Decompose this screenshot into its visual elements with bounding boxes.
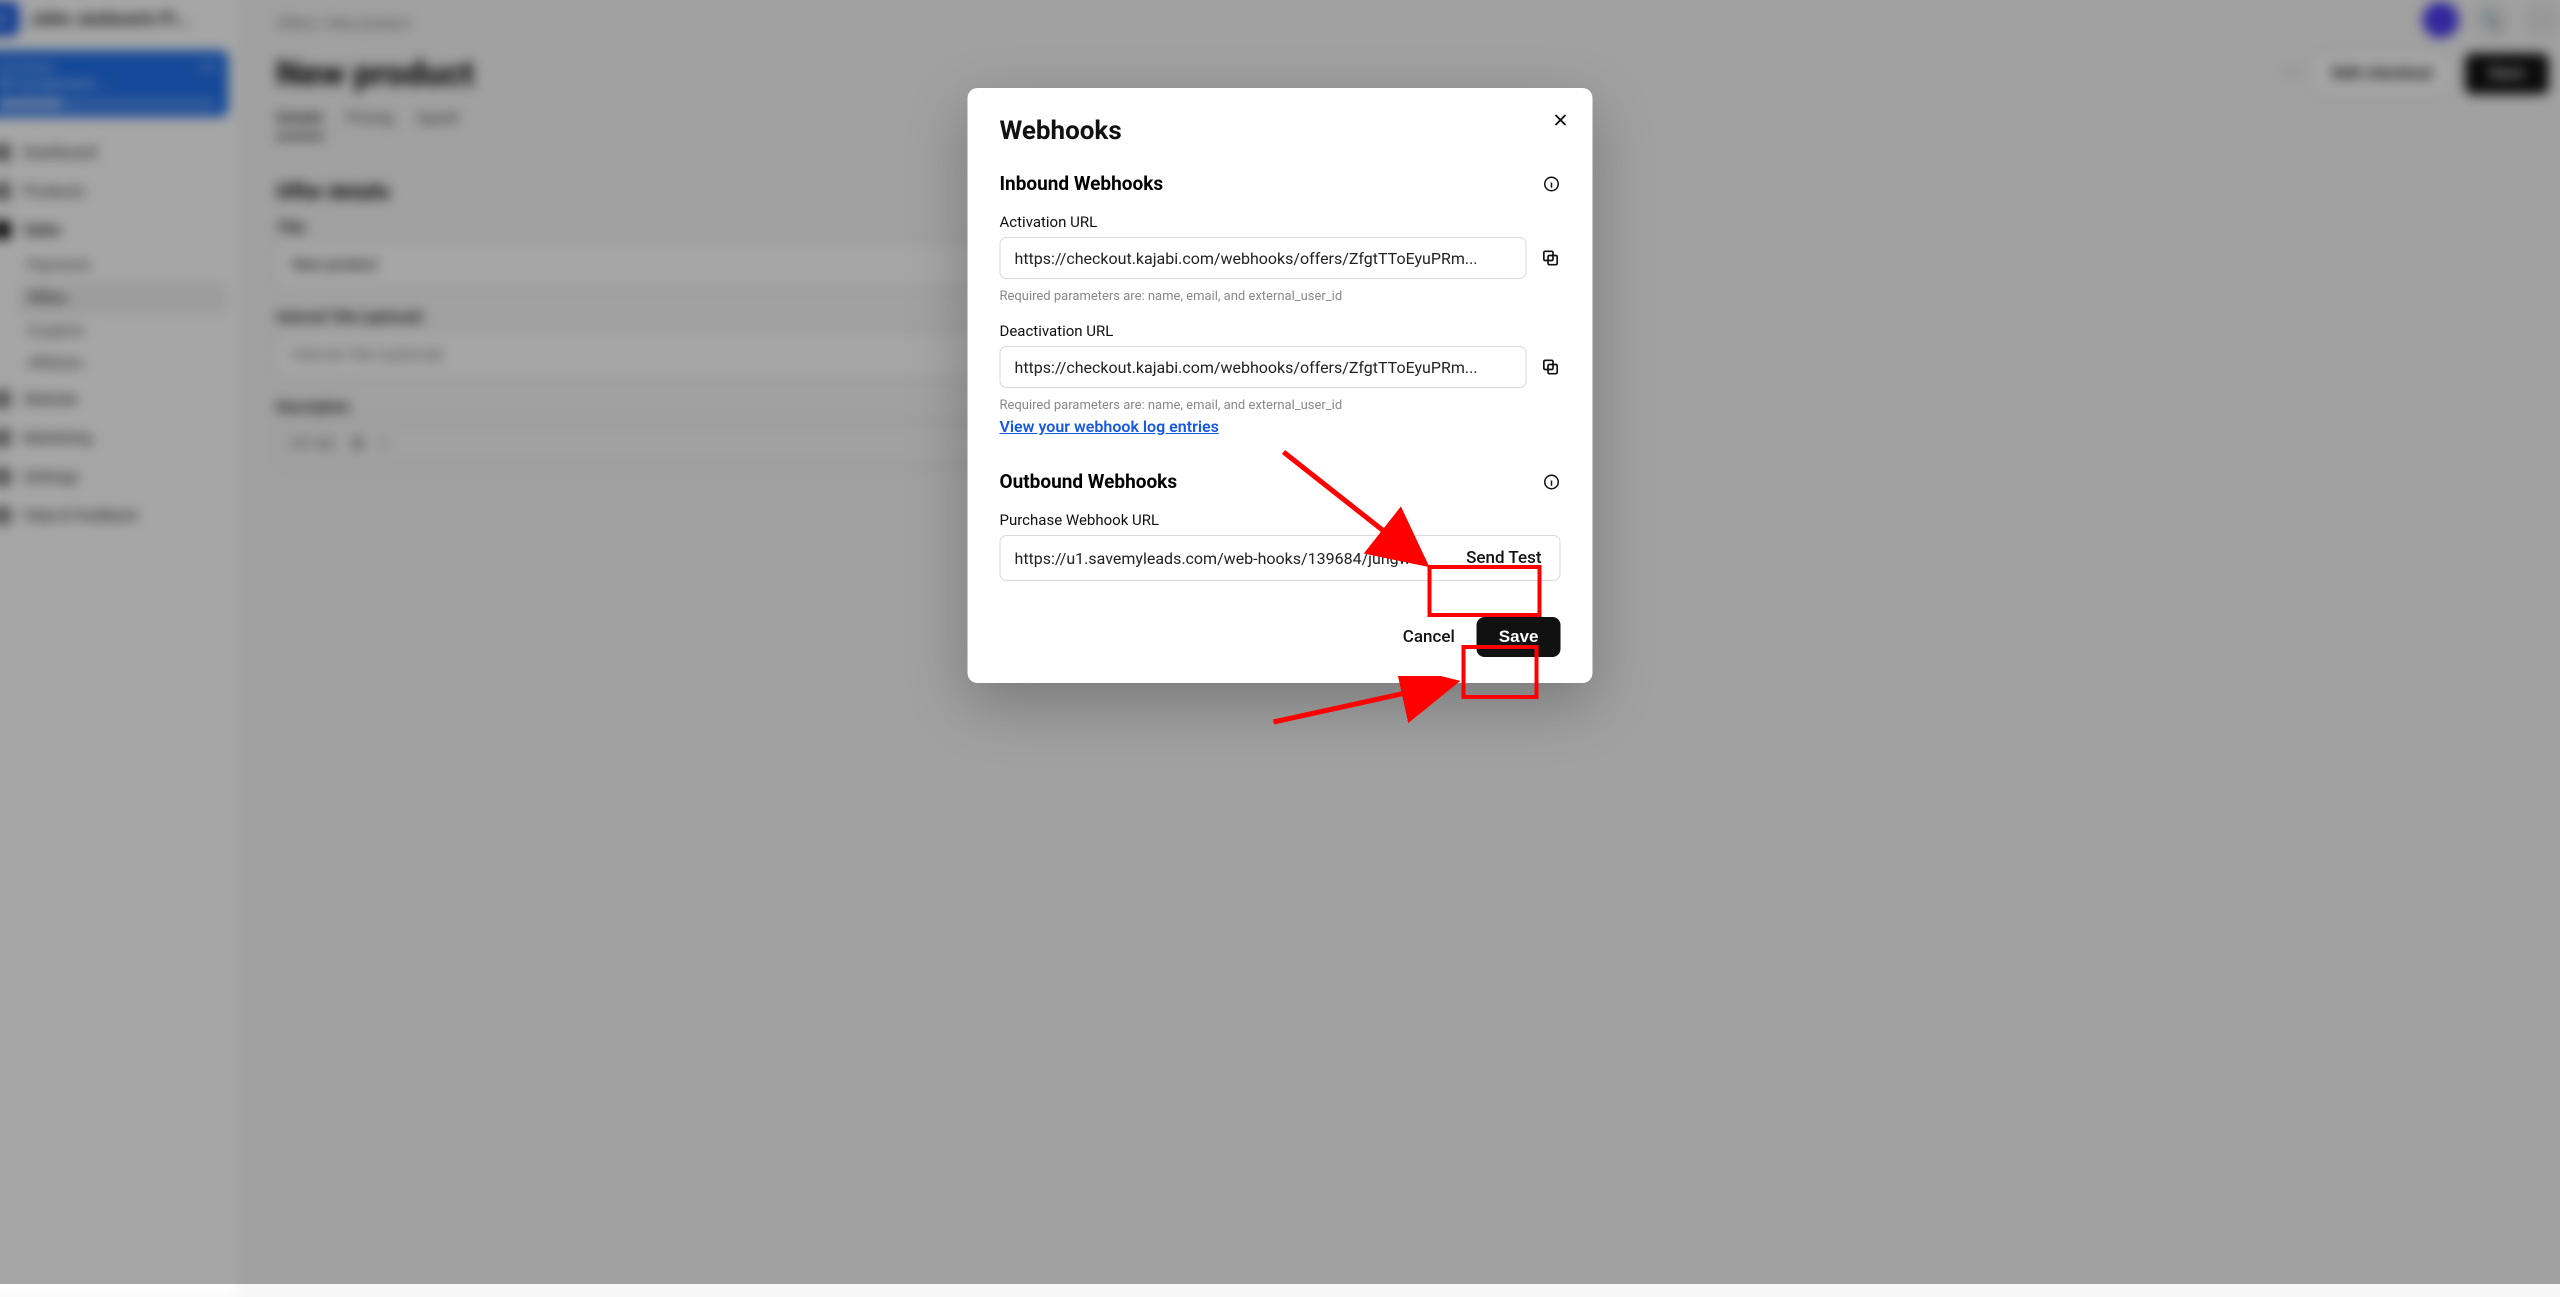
outbound-title-text: Outbound Webhooks (1000, 470, 1178, 493)
inbound-section-title: Inbound Webhooks (1000, 172, 1561, 195)
info-icon[interactable] (1543, 473, 1561, 491)
purchase-url-label: Purchase Webhook URL (1000, 511, 1561, 529)
copy-icon[interactable] (1541, 357, 1561, 377)
activation-hint: Required parameters are: name, email, an… (1000, 289, 1561, 304)
deactivation-url-label: Deactivation URL (1000, 322, 1561, 340)
modal-title: Webhooks (1000, 116, 1561, 146)
save-button[interactable]: Save (1477, 617, 1561, 657)
outbound-section-title: Outbound Webhooks (1000, 470, 1561, 493)
copy-icon[interactable] (1541, 248, 1561, 268)
activation-url-label: Activation URL (1000, 213, 1561, 231)
inbound-title-text: Inbound Webhooks (1000, 172, 1164, 195)
view-log-link[interactable]: View your webhook log entries (1000, 417, 1219, 436)
deactivation-url-field[interactable]: https://checkout.kajabi.com/webhooks/off… (1000, 346, 1527, 388)
send-test-button[interactable]: Send Test (1448, 536, 1559, 580)
cancel-button[interactable]: Cancel (1403, 627, 1455, 647)
modal-footer: Cancel Save (1000, 617, 1561, 657)
close-button[interactable] (1551, 110, 1571, 134)
webhooks-modal: Webhooks Inbound Webhooks Activation URL… (968, 88, 1593, 683)
activation-url-field[interactable]: https://checkout.kajabi.com/webhooks/off… (1000, 237, 1527, 279)
deactivation-hint: Required parameters are: name, email, an… (1000, 398, 1561, 413)
close-icon (1551, 110, 1571, 130)
info-icon[interactable] (1543, 175, 1561, 193)
